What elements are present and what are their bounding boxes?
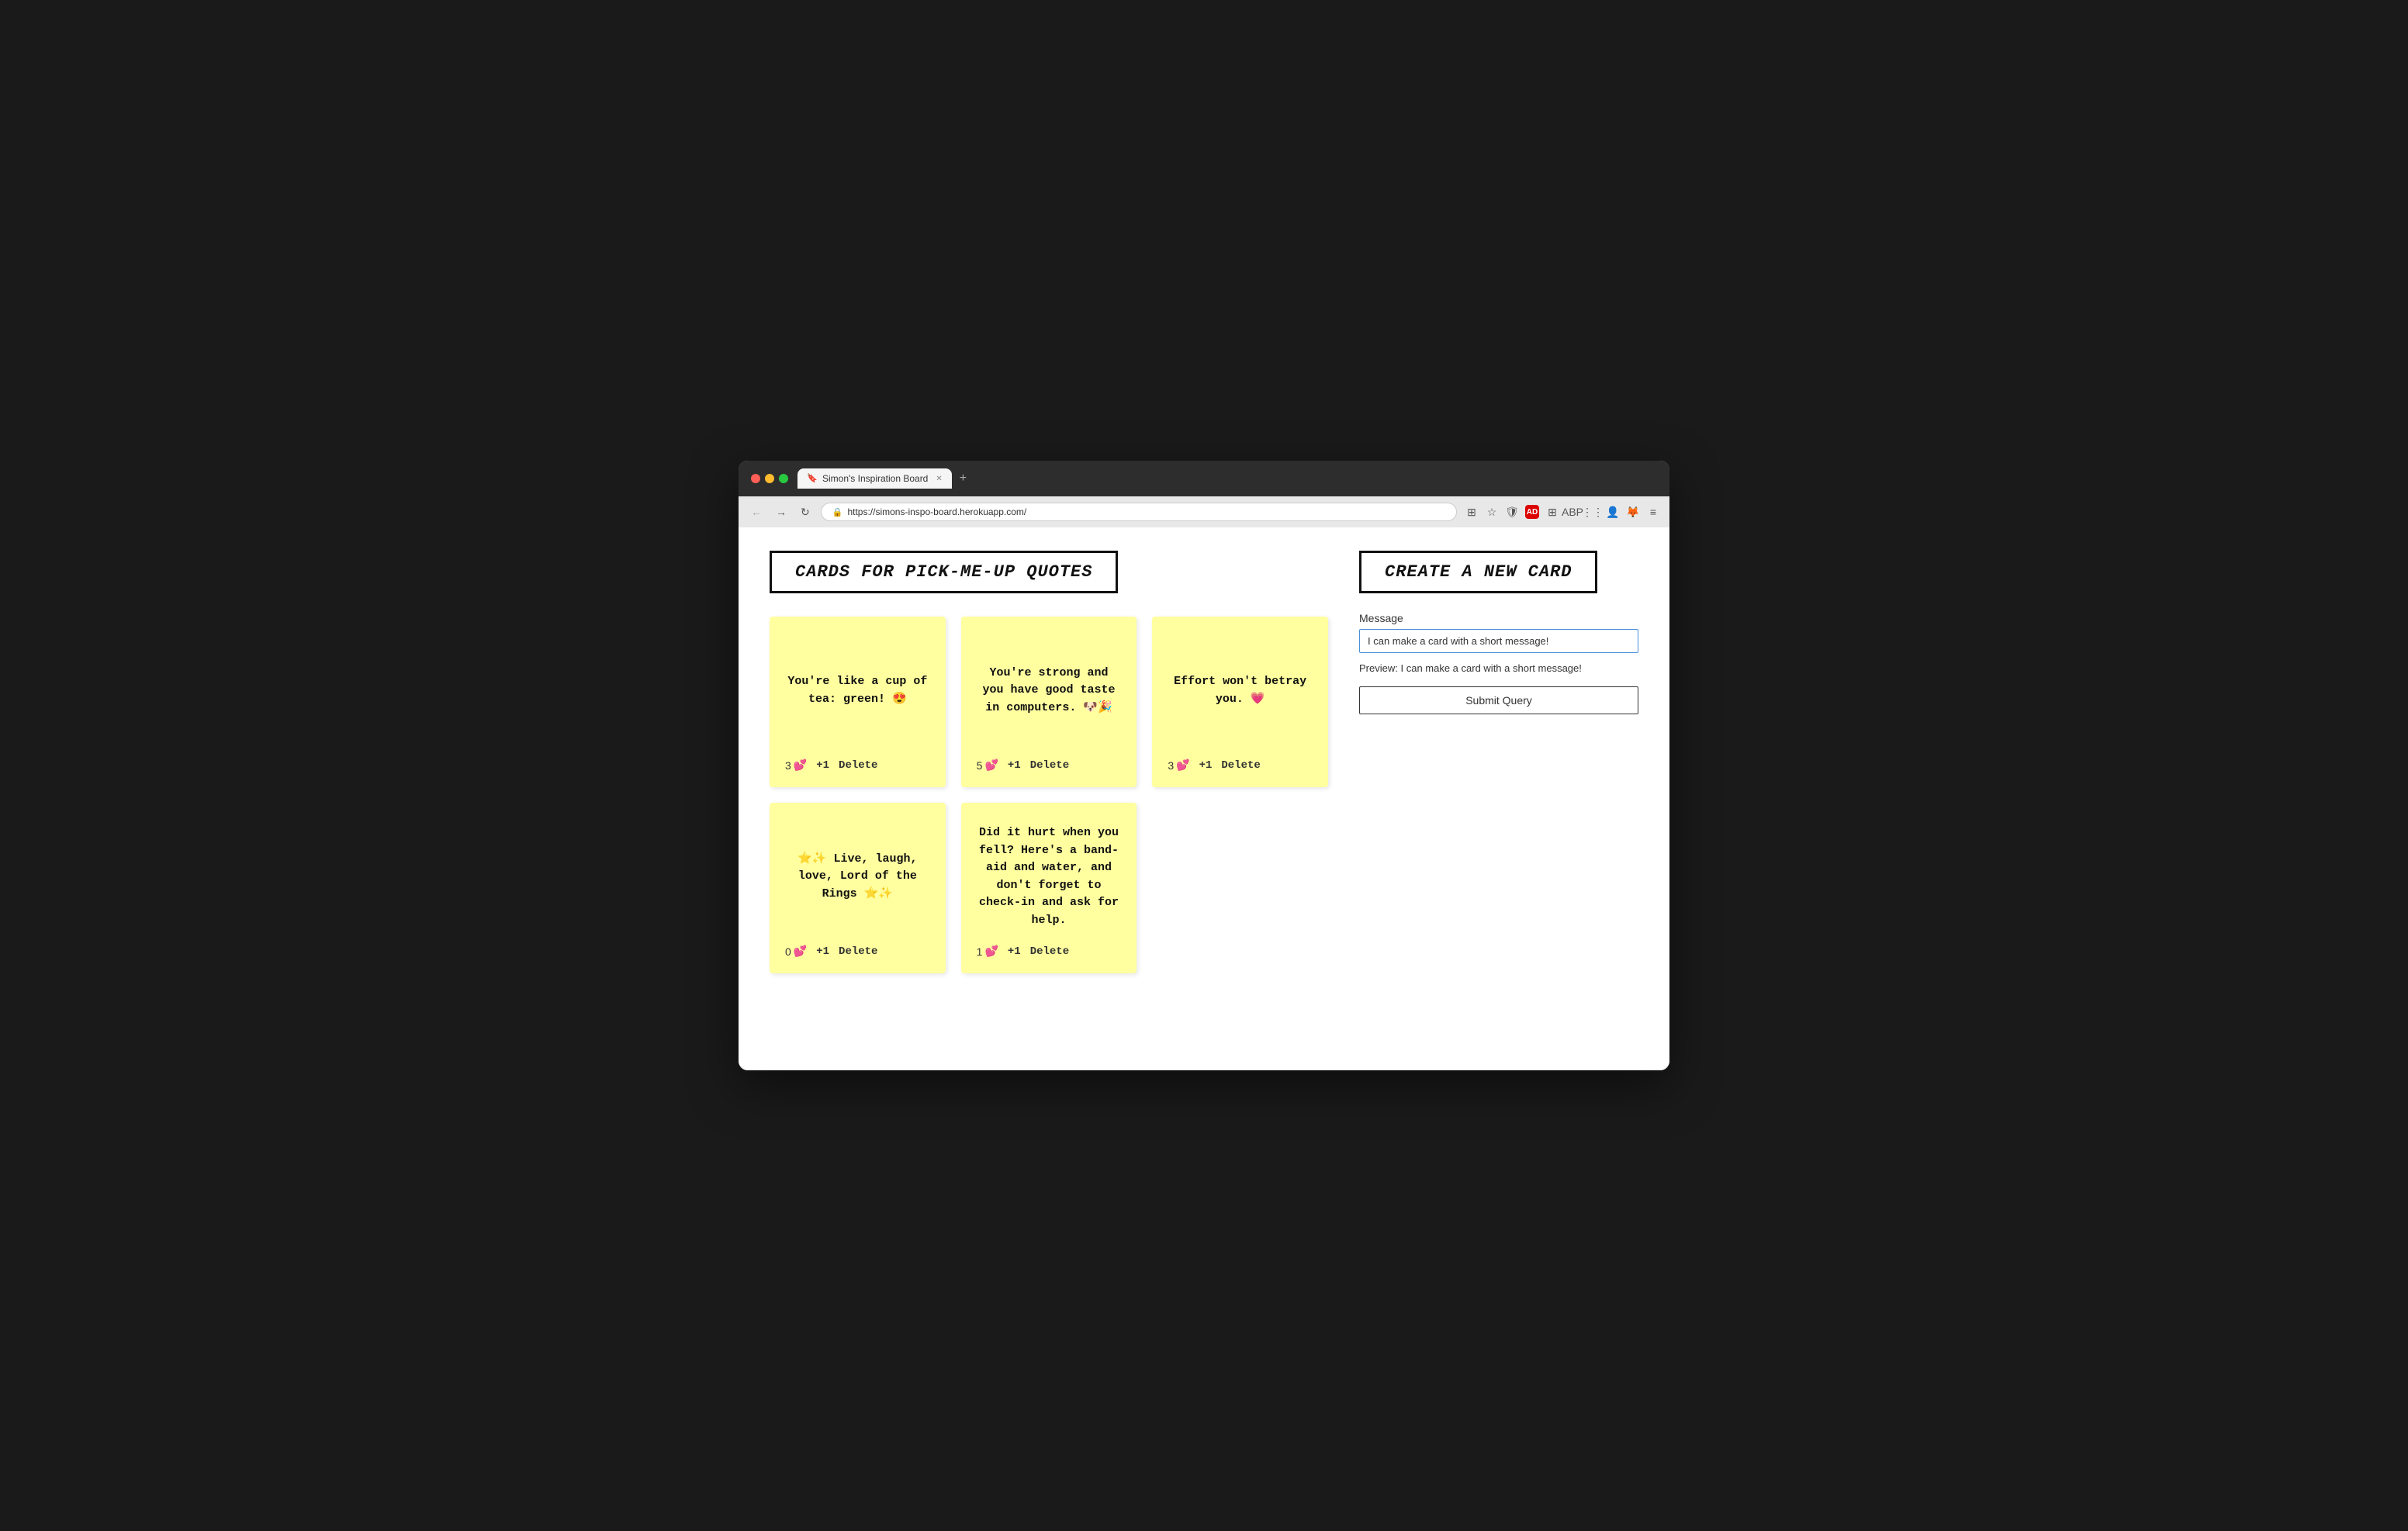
card-2-message: You're strong and you have good taste in… [977, 635, 1122, 746]
shield-icon[interactable]: 🛡 [1505, 505, 1519, 519]
card-2: You're strong and you have good taste in… [961, 617, 1137, 787]
message-form-group: Message Preview: I can make a card with … [1359, 612, 1638, 714]
url-bar[interactable]: 🔒 https://simons-inspo-board.herokuapp.c… [821, 503, 1457, 521]
active-tab[interactable]: 🔖 Simon's Inspiration Board ✕ [797, 468, 952, 489]
card-2-plus-one[interactable]: +1 [1008, 759, 1021, 772]
title-bar: 🔖 Simon's Inspiration Board ✕ + [739, 461, 1669, 496]
abp-icon[interactable]: ABP [1566, 505, 1579, 519]
card-3-actions: 3 💕 +1 Delete [1168, 759, 1313, 772]
lock-icon: 🔒 [832, 507, 843, 517]
create-header: Create a New Card [1359, 551, 1597, 593]
card-3-delete[interactable]: Delete [1221, 759, 1260, 772]
card-1-message: You're like a cup of tea: green! 😍 [785, 635, 930, 746]
card-4-actions: 0 💕 +1 Delete [785, 945, 930, 958]
card-5-likes: 1 💕 [977, 945, 998, 958]
addon-icon[interactable]: AD [1525, 505, 1539, 519]
card-4-plus-one[interactable]: +1 [816, 945, 829, 958]
close-button[interactable] [751, 474, 760, 483]
firefox-icon[interactable]: 🦊 [1626, 505, 1640, 519]
card-4-likes: 0 💕 [785, 945, 807, 958]
card-1-plus-one[interactable]: +1 [816, 759, 829, 772]
card-3: Effort won't betray you. 💗 3 💕 +1 Delete [1152, 617, 1328, 787]
forward-button[interactable]: → [773, 504, 790, 520]
card-2-likes: 5 💕 [977, 759, 998, 772]
preview-text: Preview: I can make a card with a short … [1359, 662, 1638, 674]
left-panel: Cards for Pick-me-up Quotes You're like … [770, 551, 1328, 973]
traffic-lights [751, 474, 788, 483]
card-4: ⭐✨ Live, laugh, love, Lord of the Rings … [770, 803, 946, 973]
main-content: Cards for Pick-me-up Quotes You're like … [739, 527, 1669, 1070]
preview-value: I can make a card with a short message! [1400, 662, 1581, 674]
right-panel: Create a New Card Message Preview: I can… [1359, 551, 1638, 973]
message-input[interactable] [1359, 629, 1638, 653]
back-button[interactable]: ← [748, 504, 765, 520]
hamburger-menu-icon[interactable]: ≡ [1646, 505, 1660, 519]
card-3-likes: 3 💕 [1168, 759, 1189, 772]
card-1: You're like a cup of tea: green! 😍 3 💕 +… [770, 617, 946, 787]
card-5-message: Did it hurt when you fell? Here's a band… [977, 821, 1122, 932]
refresh-button[interactable]: ↻ [797, 504, 813, 520]
tab-bar: 🔖 Simon's Inspiration Board ✕ + [797, 468, 1657, 489]
toolbar-icons: ⊞ ☆ 🛡 AD ⊞ ABP ⋮⋮ 👤 🦊 ≡ [1465, 505, 1660, 519]
maximize-button[interactable] [779, 474, 788, 483]
tab-title: Simon's Inspiration Board [822, 473, 928, 484]
grid-icon[interactable]: ⊞ [1545, 505, 1559, 519]
card-3-plus-one[interactable]: +1 [1199, 759, 1213, 772]
card-5-delete[interactable]: Delete [1030, 945, 1069, 958]
card-1-likes: 3 💕 [785, 759, 807, 772]
card-5: Did it hurt when you fell? Here's a band… [961, 803, 1137, 973]
card-1-delete[interactable]: Delete [839, 759, 877, 772]
menu-grid-icon[interactable]: ⋮⋮ [1586, 505, 1600, 519]
card-5-actions: 1 💕 +1 Delete [977, 945, 1122, 958]
url-text: https://simons-inspo-board.herokuapp.com… [847, 506, 1026, 517]
address-bar: ← → ↻ 🔒 https://simons-inspo-board.herok… [739, 496, 1669, 527]
create-title: Create a New Card [1385, 562, 1572, 582]
tab-close-icon[interactable]: ✕ [936, 475, 942, 483]
card-2-actions: 5 💕 +1 Delete [977, 759, 1122, 772]
browser-window: 🔖 Simon's Inspiration Board ✕ + ← → ↻ 🔒 … [739, 461, 1669, 1070]
tab-favicon-icon: 🔖 [807, 473, 818, 484]
cards-grid: You're like a cup of tea: green! 😍 3 💕 +… [770, 617, 1328, 973]
card-5-plus-one[interactable]: +1 [1008, 945, 1021, 958]
message-label: Message [1359, 612, 1638, 624]
card-4-message: ⭐✨ Live, laugh, love, Lord of the Rings … [785, 821, 930, 932]
board-header: Cards for Pick-me-up Quotes [770, 551, 1118, 593]
card-4-delete[interactable]: Delete [839, 945, 877, 958]
minimize-button[interactable] [765, 474, 774, 483]
new-tab-button[interactable]: + [955, 470, 971, 487]
profile-icon[interactable]: 👤 [1606, 505, 1620, 519]
card-3-message: Effort won't betray you. 💗 [1168, 635, 1313, 746]
card-1-actions: 3 💕 +1 Delete [785, 759, 930, 772]
submit-button[interactable]: Submit Query [1359, 686, 1638, 714]
card-2-delete[interactable]: Delete [1030, 759, 1069, 772]
board-title: Cards for Pick-me-up Quotes [795, 562, 1092, 582]
extensions-icon[interactable]: ⊞ [1465, 505, 1479, 519]
bookmark-icon[interactable]: ☆ [1485, 505, 1499, 519]
page-layout: Cards for Pick-me-up Quotes You're like … [770, 551, 1638, 973]
